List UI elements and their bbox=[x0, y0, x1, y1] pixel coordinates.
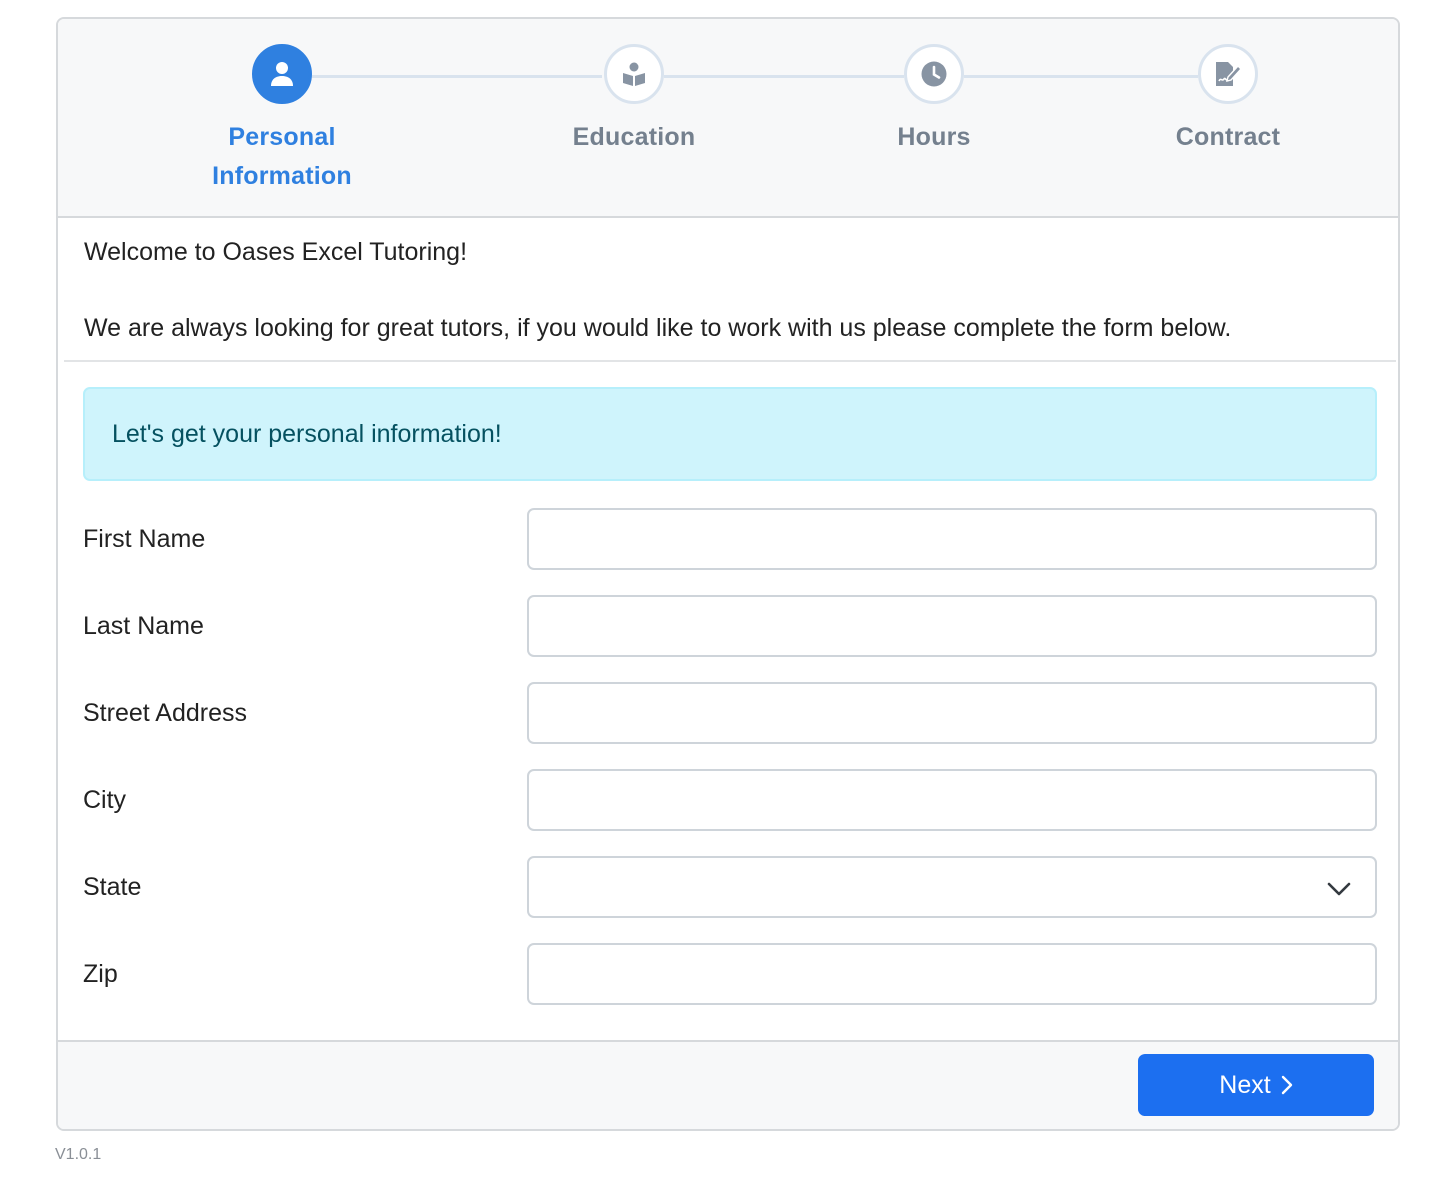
step-label-line: Information bbox=[212, 162, 352, 190]
first-name-label: First Name bbox=[83, 525, 206, 553]
step-label: Personal Information bbox=[162, 118, 402, 196]
intro-text: Welcome to Oases Excel Tutoring! We are … bbox=[84, 233, 1374, 347]
city-row: City bbox=[83, 769, 1377, 831]
alert-text: Let's get your personal information! bbox=[112, 419, 502, 448]
chevron-down-icon bbox=[1327, 882, 1351, 896]
card-footer: Next bbox=[58, 1040, 1398, 1129]
street-address-row: Street Address bbox=[83, 682, 1377, 744]
city-label: City bbox=[83, 786, 127, 814]
street-address-input[interactable] bbox=[527, 682, 1377, 744]
welcome-message: We are always looking for great tutors, … bbox=[84, 314, 1232, 342]
clock-icon bbox=[921, 61, 947, 87]
book-reader-icon bbox=[623, 62, 645, 86]
state-label: State bbox=[83, 873, 142, 901]
next-button[interactable]: Next bbox=[1138, 1054, 1374, 1116]
step-contract[interactable]: Contract bbox=[1108, 44, 1348, 157]
step-education[interactable]: Education bbox=[514, 44, 754, 157]
step-personal-information[interactable]: Personal Information bbox=[162, 44, 402, 196]
chevron-right-icon bbox=[1281, 1075, 1292, 1095]
progress-stepper: Personal Information Education Hours Con… bbox=[58, 19, 1398, 218]
step-circle bbox=[1198, 44, 1258, 104]
application-card: Personal Information Education Hours Con… bbox=[56, 17, 1400, 1131]
first-name-input[interactable] bbox=[527, 508, 1377, 570]
last-name-row: Last Name bbox=[83, 595, 1377, 657]
welcome-heading: Welcome to Oases Excel Tutoring! bbox=[84, 238, 468, 266]
next-button-label: Next bbox=[1219, 1070, 1271, 1099]
step-circle bbox=[904, 44, 964, 104]
step-label: Hours bbox=[897, 123, 971, 151]
street-address-label: Street Address bbox=[83, 699, 247, 727]
first-name-row: First Name bbox=[83, 508, 1377, 570]
step-label: Contract bbox=[1175, 123, 1281, 151]
divider bbox=[64, 360, 1396, 362]
file-signature-icon bbox=[1216, 62, 1242, 86]
step-label: Education bbox=[572, 123, 696, 151]
info-alert: Let's get your personal information! bbox=[83, 387, 1377, 481]
step-circle bbox=[252, 44, 312, 104]
last-name-label: Last Name bbox=[83, 612, 204, 640]
state-select[interactable] bbox=[527, 856, 1377, 918]
step-circle bbox=[604, 44, 664, 104]
zip-row: Zip bbox=[83, 943, 1377, 1005]
city-input[interactable] bbox=[527, 769, 1377, 831]
user-icon bbox=[271, 62, 293, 86]
state-row: State bbox=[83, 856, 1377, 918]
zip-label: Zip bbox=[83, 960, 118, 988]
step-label-line: Personal bbox=[228, 123, 336, 151]
step-hours[interactable]: Hours bbox=[814, 44, 1054, 157]
last-name-input[interactable] bbox=[527, 595, 1377, 657]
version-label: V1.0.1 bbox=[55, 1146, 102, 1163]
zip-input[interactable] bbox=[527, 943, 1377, 1005]
